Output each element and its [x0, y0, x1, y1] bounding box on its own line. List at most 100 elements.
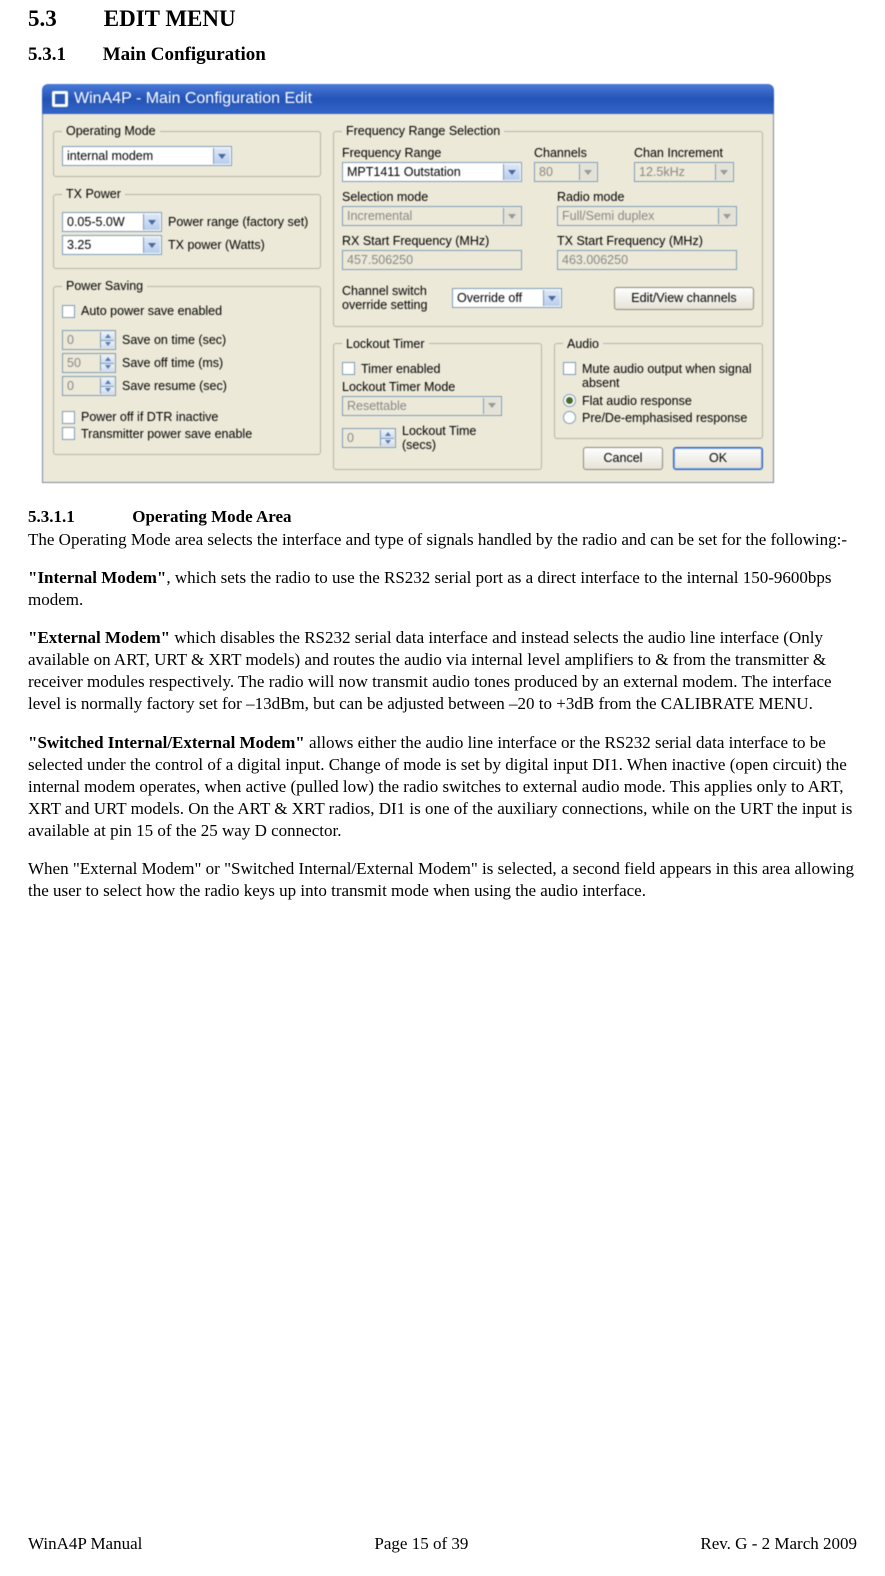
- tx-start-value: 463.006250: [562, 253, 628, 267]
- timer-enabled-checkbox[interactable]: [342, 362, 355, 375]
- app-icon: [52, 91, 68, 107]
- chevron-down-icon: [543, 290, 560, 306]
- term-switched-modem: "Switched Internal/External Modem": [28, 733, 305, 752]
- chevron-down-icon: [579, 164, 596, 180]
- section-heading: 5.3 EDIT MENU: [28, 6, 857, 32]
- operating-mode-group: Operating Mode internal modem: [53, 124, 321, 177]
- chevron-down-icon: [143, 214, 160, 230]
- paragraph: "External Modem" which disables the RS23…: [28, 627, 857, 715]
- chevron-down-icon: [503, 208, 520, 224]
- chan-incr-label: Chan Increment: [634, 146, 754, 160]
- save-on-spinner[interactable]: 0: [62, 330, 116, 350]
- save-resume-label: Save resume (sec): [122, 379, 227, 393]
- power-saving-group: Power Saving Auto power save enabled 0 S…: [53, 279, 321, 455]
- chan-switch-label: Channel switch override setting: [342, 284, 442, 313]
- rx-start-value: 457.506250: [347, 253, 413, 267]
- main-config-dialog: WinA4P - Main Configuration Edit Operati…: [42, 84, 774, 483]
- chan-switch-value: Override off: [457, 291, 522, 305]
- auto-save-checkbox[interactable]: [62, 305, 75, 318]
- chevron-down-icon: [143, 237, 160, 253]
- left-column: Operating Mode internal modem TX Power 0…: [53, 124, 321, 470]
- term-external-modem: "External Modem": [28, 628, 170, 647]
- ok-button[interactable]: OK: [673, 447, 763, 470]
- chevron-down-icon: [503, 164, 520, 180]
- paragraph: The Operating Mode area selects the inte…: [28, 529, 857, 551]
- operating-mode-legend: Operating Mode: [62, 124, 160, 138]
- pre-de-emph-label: Pre/De-emphasised response: [582, 411, 747, 425]
- chan-switch-combo[interactable]: Override off: [452, 288, 562, 308]
- lockout-mode-combo[interactable]: Resettable: [342, 396, 502, 416]
- radio-mode-label: Radio mode: [557, 190, 754, 204]
- term-internal-modem: "Internal Modem": [28, 568, 166, 587]
- tx-watts-combo[interactable]: 3.25: [62, 235, 162, 255]
- auto-save-label: Auto power save enabled: [81, 304, 222, 318]
- footer-center: Page 15 of 39: [374, 1534, 468, 1554]
- chan-incr-combo[interactable]: 12.5kHz: [634, 162, 734, 182]
- rx-start-label: RX Start Frequency (MHz): [342, 234, 539, 248]
- flat-audio-radio[interactable]: [563, 394, 576, 407]
- paragraph: When "External Modem" or "Switched Inter…: [28, 858, 857, 902]
- radio-mode-value: Full/Semi duplex: [562, 209, 654, 223]
- power-range-label: Power range (factory set): [168, 215, 308, 229]
- tx-start-input[interactable]: 463.006250: [557, 250, 737, 270]
- tx-power-group: TX Power 0.05-5.0W Power range (factory …: [53, 187, 321, 269]
- freq-range-value: MPT1411 Outstation: [347, 165, 461, 179]
- chan-incr-value: 12.5kHz: [639, 165, 685, 179]
- operating-mode-value: internal modem: [67, 149, 153, 163]
- power-range-combo[interactable]: 0.05-5.0W: [62, 212, 162, 232]
- footer-right: Rev. G - 2 March 2009: [700, 1534, 857, 1554]
- audio-group: Audio Mute audio output when signal abse…: [554, 337, 763, 439]
- paragraph: "Internal Modem", which sets the radio t…: [28, 567, 857, 611]
- save-off-spinner[interactable]: 50: [62, 353, 116, 373]
- mute-audio-label: Mute audio output when signal absent: [582, 362, 754, 391]
- pre-de-emph-radio[interactable]: [563, 411, 576, 424]
- lockout-mode-label: Lockout Timer Mode: [342, 380, 533, 394]
- chevron-down-icon: [483, 398, 500, 414]
- right-column: Frequency Range Selection Frequency Rang…: [333, 124, 763, 470]
- document-page: 5.3 EDIT MENU 5.3.1 Main Configuration W…: [0, 6, 885, 938]
- freq-range-combo[interactable]: MPT1411 Outstation: [342, 162, 522, 182]
- radio-mode-combo[interactable]: Full/Semi duplex: [557, 206, 737, 226]
- audio-legend: Audio: [563, 337, 603, 351]
- mute-audio-checkbox[interactable]: [563, 362, 576, 375]
- save-on-value: 0: [67, 333, 74, 347]
- freq-range-label: Frequency Range: [342, 146, 524, 160]
- sel-mode-label: Selection mode: [342, 190, 539, 204]
- rx-start-input[interactable]: 457.506250: [342, 250, 522, 270]
- dtr-checkbox[interactable]: [62, 411, 75, 424]
- subsection-title: Main Configuration: [103, 44, 266, 65]
- sel-mode-combo[interactable]: Incremental: [342, 206, 522, 226]
- footer-left: WinA4P Manual: [28, 1534, 142, 1554]
- lockout-time-spinner[interactable]: 0: [342, 428, 396, 448]
- save-resume-spinner[interactable]: 0: [62, 376, 116, 396]
- freq-range-group: Frequency Range Selection Frequency Rang…: [333, 124, 763, 327]
- power-saving-legend: Power Saving: [62, 279, 147, 293]
- subsubsection-heading: 5.3.1.1 Operating Mode Area: [28, 507, 857, 527]
- channels-combo[interactable]: 80: [534, 162, 598, 182]
- lockout-mode-value: Resettable: [347, 399, 407, 413]
- dialog-title: WinA4P - Main Configuration Edit: [74, 90, 312, 108]
- power-range-value: 0.05-5.0W: [67, 215, 125, 229]
- edit-view-channels-label: Edit/View channels: [631, 291, 736, 305]
- sel-mode-value: Incremental: [347, 209, 412, 223]
- dtr-label: Power off if DTR inactive: [81, 410, 218, 424]
- cancel-button[interactable]: Cancel: [583, 447, 663, 470]
- lockout-timer-group: Lockout Timer Timer enabled Lockout Time…: [333, 337, 542, 470]
- tx-watts-value: 3.25: [67, 238, 91, 252]
- paragraph: "Switched Internal/External Modem" allow…: [28, 732, 857, 842]
- tx-save-checkbox[interactable]: [62, 427, 75, 440]
- edit-view-channels-button[interactable]: Edit/View channels: [614, 287, 754, 310]
- lockout-time-value: 0: [347, 431, 354, 445]
- ok-label: OK: [709, 451, 727, 465]
- body-text: The Operating Mode area selects the inte…: [28, 530, 847, 549]
- chevron-down-icon: [213, 148, 230, 164]
- tx-start-label: TX Start Frequency (MHz): [557, 234, 754, 248]
- lockout-time-label: Lockout Time (secs): [402, 424, 482, 453]
- operating-mode-combo[interactable]: internal modem: [62, 146, 232, 166]
- freq-range-legend: Frequency Range Selection: [342, 124, 504, 138]
- dialog-body: Operating Mode internal modem TX Power 0…: [42, 114, 774, 483]
- chevron-down-icon: [715, 164, 732, 180]
- dialog-screenshot: WinA4P - Main Configuration Edit Operati…: [42, 84, 857, 483]
- channels-label: Channels: [534, 146, 624, 160]
- save-resume-value: 0: [67, 379, 74, 393]
